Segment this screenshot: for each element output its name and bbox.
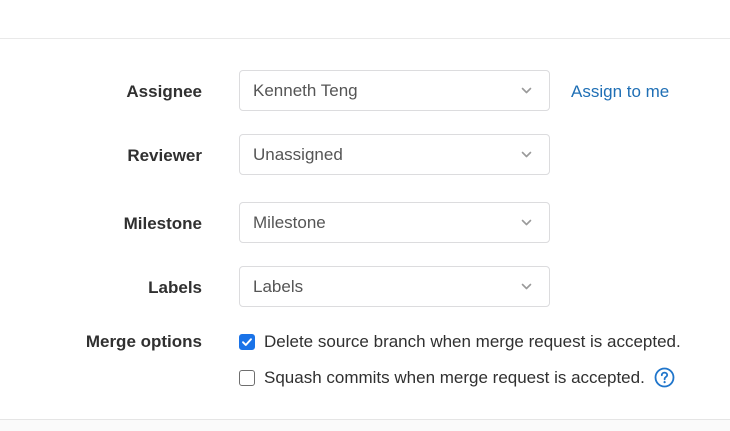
top-divider xyxy=(0,38,730,39)
reviewer-select[interactable]: Unassigned xyxy=(239,134,550,175)
chevron-down-icon xyxy=(521,283,532,290)
labels-value: Labels xyxy=(253,277,304,296)
milestone-value: Milestone xyxy=(253,213,326,232)
merge-options-label: Merge options xyxy=(85,332,202,351)
assignee-label: Assignee xyxy=(126,82,202,101)
reviewer-value: Unassigned xyxy=(253,145,343,164)
labels-label: Labels xyxy=(148,278,202,297)
bottom-divider xyxy=(0,419,730,431)
delete-source-branch-label[interactable]: Delete source branch when merge request … xyxy=(264,332,681,352)
checkmark-icon xyxy=(242,338,252,346)
chevron-down-icon xyxy=(521,151,532,158)
assign-to-me-link[interactable]: Assign to me xyxy=(571,82,669,102)
squash-commits-checkbox[interactable] xyxy=(239,370,255,386)
assignee-value: Kenneth Teng xyxy=(253,81,358,100)
chevron-down-icon xyxy=(521,219,532,226)
merge-request-form: Assignee Kenneth Teng Assign to me Revie… xyxy=(0,0,730,431)
reviewer-label: Reviewer xyxy=(127,146,202,165)
question-circle-icon[interactable] xyxy=(654,367,675,388)
delete-source-branch-checkbox[interactable] xyxy=(239,334,255,350)
chevron-down-icon xyxy=(521,87,532,94)
squash-commits-label[interactable]: Squash commits when merge request is acc… xyxy=(264,368,645,388)
milestone-label: Milestone xyxy=(123,214,202,233)
labels-select[interactable]: Labels xyxy=(239,266,550,307)
assignee-select[interactable]: Kenneth Teng xyxy=(239,70,550,111)
milestone-select[interactable]: Milestone xyxy=(239,202,550,243)
